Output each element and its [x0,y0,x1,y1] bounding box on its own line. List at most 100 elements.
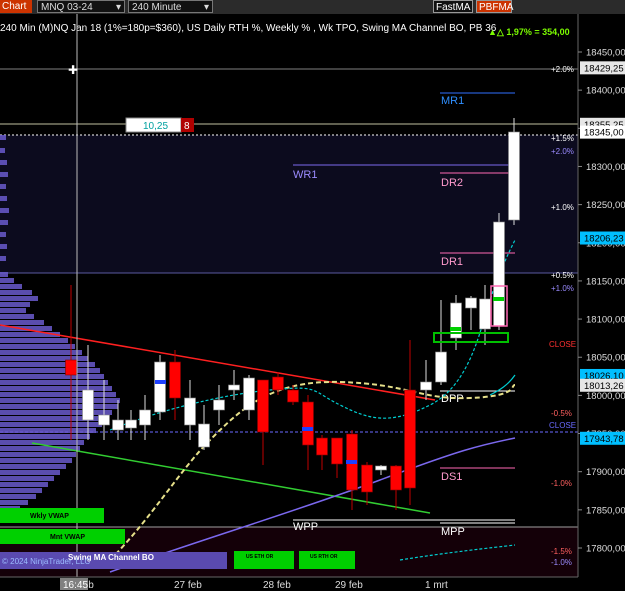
price-marker-label: 18013,26 [584,381,624,392]
profile-bar [0,290,32,295]
candle-down[interactable] [65,359,77,376]
us-rth-or-label: US RTH OR [310,554,338,560]
close-label: CLOSE [549,421,576,430]
candle-up[interactable] [125,419,137,429]
profile-bar [0,135,6,140]
time-label: 27 feb [174,580,202,591]
price-chart[interactable]: 240 Min (M)NQ Jan 18 (1%=180p=$360), US … [0,0,625,591]
candle-up[interactable] [213,399,225,411]
pct-label: +1.0% [551,284,574,293]
candle-marker [155,380,166,384]
change-readout: ▲△ 1,97% = 354,00 [488,27,570,37]
time-label: 28 feb [263,580,291,591]
pct-label: -1.5% [551,547,572,556]
weekly-vwap-label: Wkly VWAP [30,513,69,520]
close-label: CLOSE [549,340,576,349]
profile-bar [0,338,68,343]
candle-up[interactable] [465,297,477,309]
candle-down[interactable] [331,437,343,465]
candle-down[interactable] [390,465,402,491]
price-tick-label: 18400,00 [586,86,625,97]
profile-bar [0,232,6,237]
profile-bar [0,398,120,403]
profile-bar [0,476,54,481]
profile-bar [0,278,14,283]
candle-down[interactable] [169,361,181,399]
profile-bar [0,320,44,325]
profile-bar [0,344,75,349]
mr1-label: MR1 [441,95,464,107]
pct-label: +2.0% [551,65,574,74]
profile-bar [0,386,112,391]
copyright-text: © 2024 NinjaTrader, LLC [2,557,91,566]
candle-down[interactable] [361,464,373,493]
profile-bar [0,422,102,427]
pct-label: +1.0% [551,203,574,212]
price-tick-label: 18150,00 [586,276,625,287]
candle-up[interactable] [82,389,94,421]
candle-down[interactable] [404,389,416,489]
candle-up[interactable] [493,221,505,327]
price-tick-label: 18450,00 [586,48,625,59]
dr1-label: DR1 [441,256,463,268]
pct-label: -0.5% [551,409,572,418]
candle-up[interactable] [435,351,447,383]
candle-up[interactable] [243,377,255,411]
profile-bar [0,208,9,213]
profile-bar [0,380,108,385]
profile-bar [0,410,112,415]
candle-marker [493,297,504,301]
profile-bar [0,272,8,277]
crosshair-time: 16:45 [63,580,88,591]
crosshair-count: 8 [184,121,190,132]
profile-bar [0,404,118,409]
profile-bar [0,458,72,463]
crosshair-readout-value: 10,25 [143,121,168,132]
candle-marker [302,427,313,431]
profile-bar [0,244,7,249]
profile-bar [0,308,26,313]
profile-bar [0,284,22,289]
candle-up[interactable] [375,465,387,471]
candle-up[interactable] [112,419,124,431]
candle-down[interactable] [302,401,314,446]
candle-down[interactable] [287,389,299,403]
profile-bar [0,196,7,201]
candle-up[interactable] [228,384,240,391]
candle-up[interactable] [420,381,432,391]
pct-label: +1.5% [551,134,574,143]
profile-bar [0,488,42,493]
candle-up[interactable] [479,298,491,330]
profile-bar [0,172,8,177]
price-tick-label: 18050,00 [586,353,625,364]
candle-marker [450,327,461,331]
time-label: 1 mrt [425,580,448,591]
crosshair-cursor-icon: ✚ [68,63,78,77]
profile-bar [0,314,34,319]
candle-down[interactable] [316,437,328,456]
price-marker-label: 18429,25 [584,63,624,74]
candle-up[interactable] [154,361,166,413]
profile-bar [0,428,96,433]
price-tick-label: 18250,00 [586,200,625,211]
candle-up[interactable] [198,423,210,448]
price-marker-label: 18345,00 [584,128,624,139]
pct-label: +0.5% [551,271,574,280]
profile-bar [0,256,6,261]
candle-up[interactable] [508,131,520,221]
pct-label: -1.0% [551,558,572,567]
mpp-label: MPP [441,526,465,538]
profile-bar [0,302,30,307]
candle-down[interactable] [272,376,284,391]
price-marker-label: 18206,23 [584,234,624,245]
profile-bar [0,452,76,457]
profile-bar [0,296,38,301]
candle-up[interactable] [184,397,196,426]
candle-up[interactable] [139,409,151,426]
ds1-label: DS1 [441,471,462,483]
profile-bar [0,500,28,505]
candle-down[interactable] [257,379,269,433]
candle-up[interactable] [98,414,110,426]
profile-bar [0,220,8,225]
price-tick-label: 18000,00 [586,391,625,402]
